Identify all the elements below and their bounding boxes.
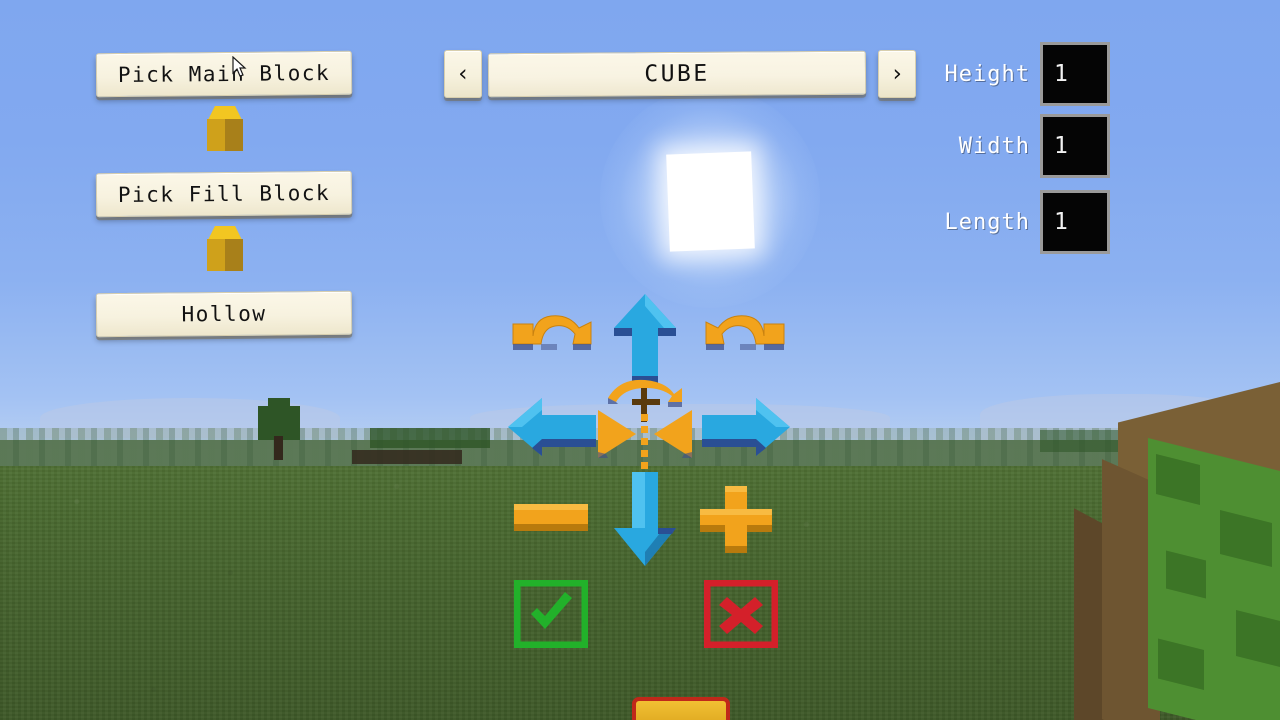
- game-screen: Pick Main Block Pick Fill Block Hollow ‹…: [0, 0, 1280, 720]
- checkmark-icon: [513, 579, 589, 649]
- main-block-gold-icon[interactable]: [203, 106, 247, 154]
- confirm-button[interactable]: [513, 579, 589, 649]
- cancel-button[interactable]: [703, 579, 779, 649]
- mouse-cursor: [232, 56, 247, 77]
- grow-button[interactable]: [696, 484, 776, 558]
- chevron-left-icon: ‹: [456, 61, 470, 87]
- length-label: Length: [944, 209, 1030, 235]
- shape-next-button[interactable]: ›: [878, 50, 916, 98]
- gold-block-right-face: [225, 119, 243, 151]
- pick-main-block-button[interactable]: Pick Main Block: [95, 50, 353, 98]
- plus-icon: [700, 486, 772, 553]
- gold-block-right-face: [225, 239, 243, 271]
- pick-fill-block-button[interactable]: Pick Fill Block: [95, 170, 353, 218]
- height-label: Height: [944, 61, 1030, 87]
- arrow-left-icon: [508, 398, 596, 456]
- hollow-toggle-button[interactable]: Hollow: [95, 290, 353, 338]
- width-input[interactable]: 1: [1040, 114, 1110, 178]
- hotbar-selected-slot[interactable]: [632, 697, 730, 720]
- shape-name-field[interactable]: CUBE: [487, 50, 867, 98]
- width-row: Width 1: [930, 114, 1110, 178]
- pick-fill-block-label: Pick Fill Block: [117, 180, 331, 208]
- length-input[interactable]: 1: [1040, 190, 1110, 254]
- gold-block-left-face: [207, 239, 225, 271]
- minus-icon: [514, 504, 588, 531]
- fill-block-gold-icon[interactable]: [203, 226, 247, 274]
- gold-block-left-face: [207, 119, 225, 151]
- length-row: Length 1: [930, 190, 1110, 254]
- shrink-button[interactable]: [512, 500, 590, 534]
- chevron-right-icon: ›: [890, 61, 904, 87]
- width-label: Width: [958, 133, 1030, 159]
- arrow-down-icon: [614, 472, 676, 566]
- rotate-counterclockwise-icon: [512, 315, 592, 350]
- rotate-clockwise-icon: [705, 315, 785, 350]
- cross-icon: [703, 579, 779, 649]
- hollow-label: Hollow: [181, 301, 267, 327]
- rotate-counterclockwise-button[interactable]: [505, 300, 597, 356]
- height-row: Height 1: [930, 42, 1110, 106]
- shape-name-value: CUBE: [644, 60, 710, 88]
- move-left-button[interactable]: [506, 396, 598, 458]
- height-input[interactable]: 1: [1040, 42, 1110, 106]
- pick-main-block-label: Pick Main Block: [117, 60, 331, 88]
- shape-prev-button[interactable]: ‹: [444, 50, 482, 98]
- move-right-button[interactable]: [700, 396, 792, 458]
- rotate-clockwise-button[interactable]: [700, 300, 792, 356]
- builder-ui-overlay: Pick Main Block Pick Fill Block Hollow ‹…: [0, 0, 1280, 720]
- arrow-right-icon: [702, 398, 790, 456]
- move-down-button[interactable]: [612, 468, 678, 568]
